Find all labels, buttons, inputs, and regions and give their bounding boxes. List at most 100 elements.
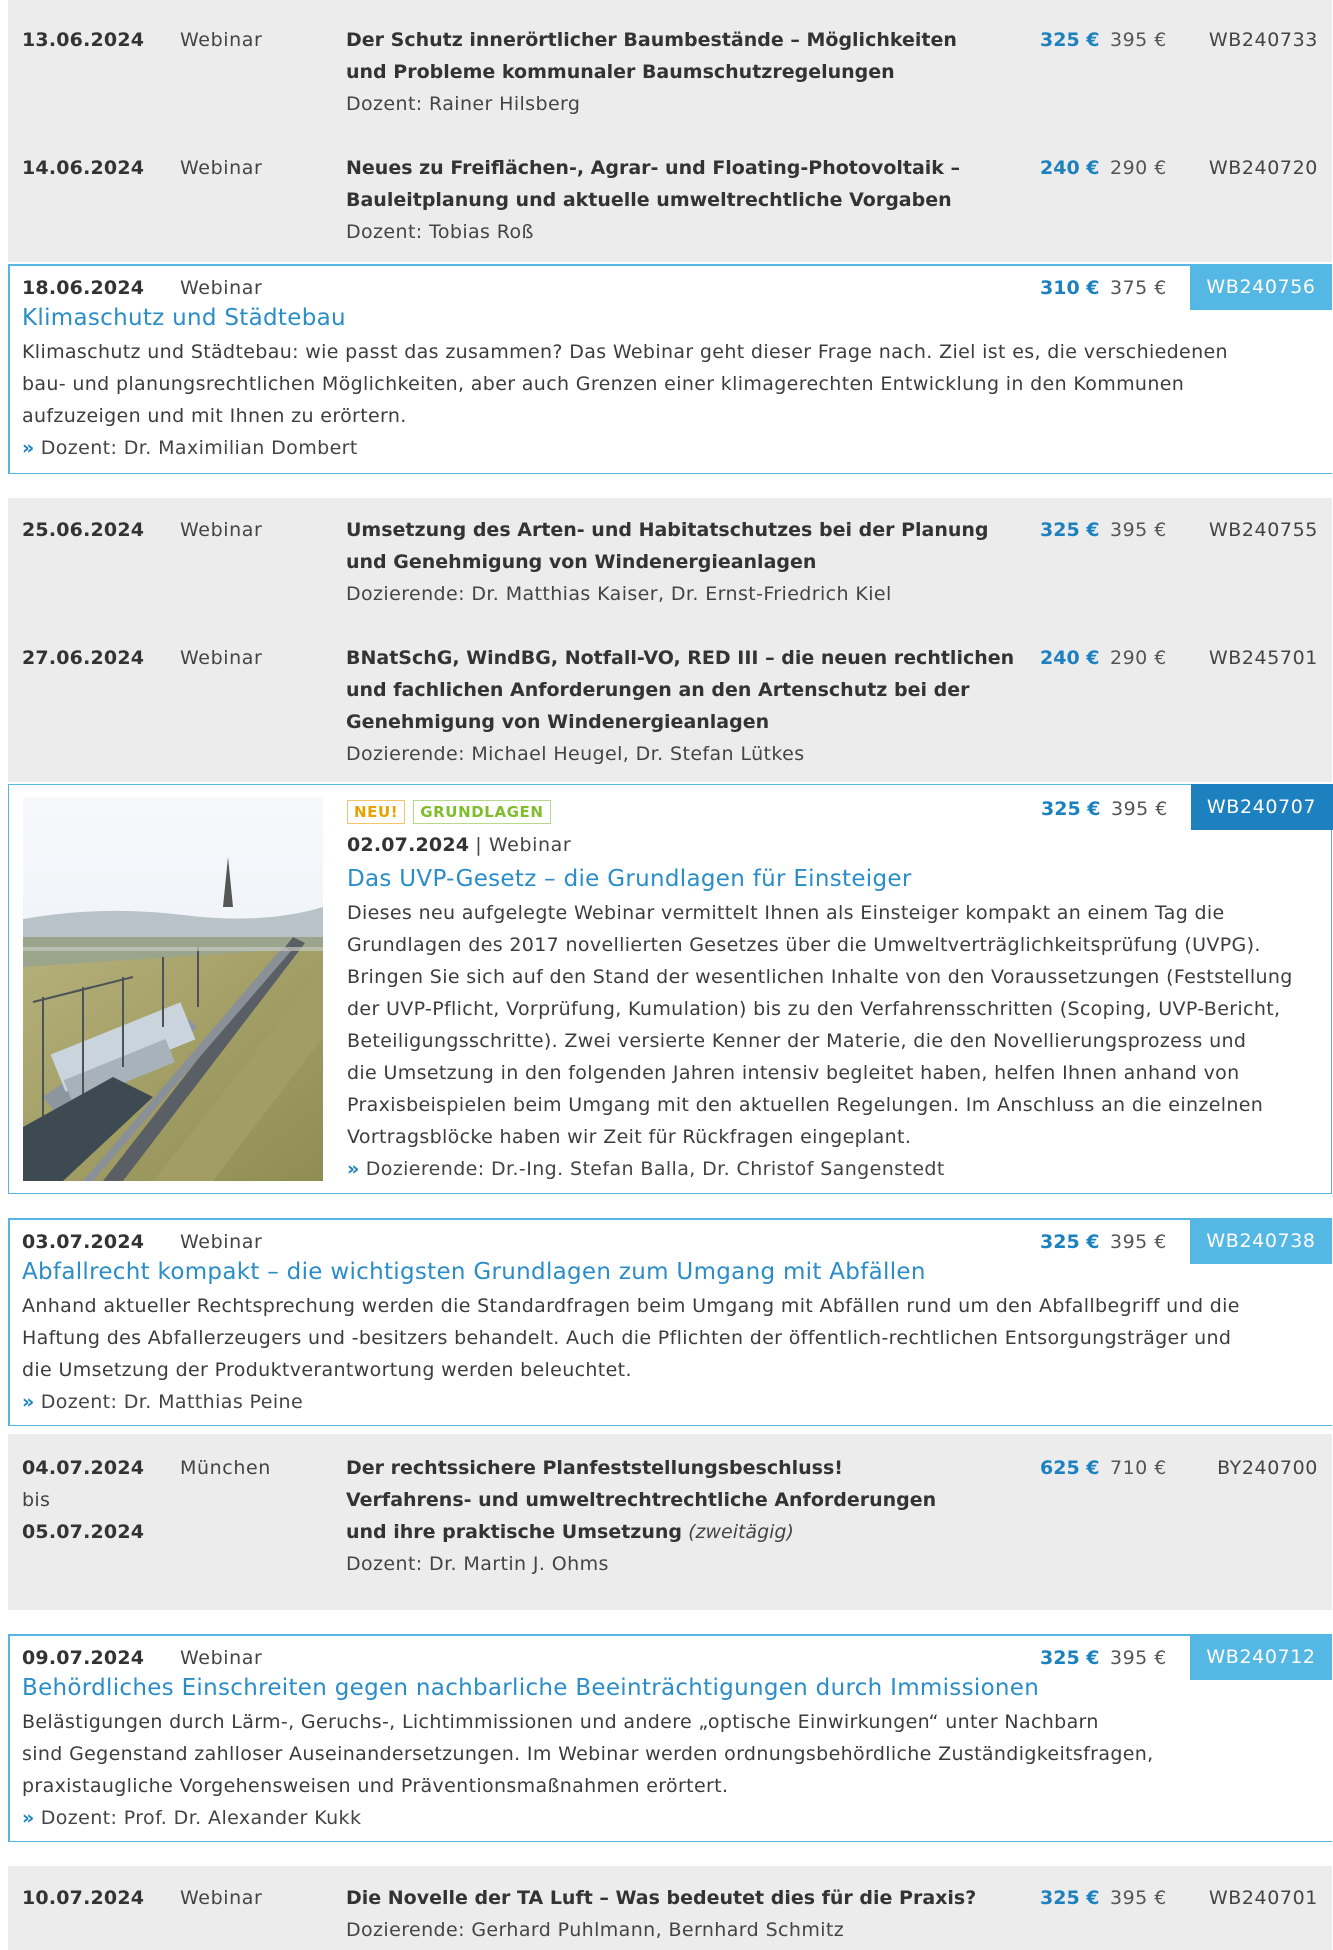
double-chevron-right-icon: » [347,1158,360,1180]
event-card: WB240712 09.07.2024 Webinar 325 € 395 € … [8,1634,1332,1842]
event-price-discount: 310 € [1040,277,1100,299]
event-teacher-row: » Dozent: Dr. Matthias Peine [22,1386,303,1418]
event-price-discount: 240 € [1040,647,1100,669]
event-title-line[interactable]: Umsetzung des Arten- und Habitatschutzes… [346,514,989,546]
event-type: Webinar [180,647,263,669]
event-code[interactable]: WB240756 [1190,264,1332,310]
event-code[interactable]: WB240712 [1190,1634,1332,1680]
event-price-discount: 325 € [1040,519,1100,541]
event-date: 25.06.2024 [22,519,145,541]
double-chevron-right-icon: » [22,437,35,459]
event-price-discount: 325 € [1040,1887,1100,1909]
event-title-line[interactable]: Neues zu Freiflächen-, Agrar- und Floati… [346,152,960,184]
event-price-regular: 710 € [1110,1457,1167,1479]
event-teacher: Dozierende: Dr.-Ing. Stefan Balla, Dr. C… [365,1158,945,1180]
event-price-regular: 290 € [1110,157,1167,179]
event-teacher-row: » Dozent: Prof. Dr. Alexander Kukk [22,1802,361,1834]
double-chevron-right-icon: » [22,1391,35,1413]
event-code[interactable]: WB240720 [1209,152,1318,184]
event-price-regular: 290 € [1110,647,1167,669]
event-row: 27.06.2024 Webinar BNatSchG, WindBG, Not… [8,624,1332,782]
event-date: 18.06.2024 [22,277,145,299]
badge-group: NEU! GRUNDLAGEN [347,795,559,827]
event-description-line: der UVP-Pflicht, Vorprüfung, Kumulation)… [347,998,1281,1020]
event-title-line[interactable]: und fachlichen Anforderungen an den Arte… [346,674,969,706]
event-description-line: die Umsetzung in den folgenden Jahren in… [347,1062,1240,1084]
event-code[interactable]: BY240700 [1217,1452,1318,1484]
event-description-line: Vortragsblöcke haben wir Zeit für Rückfr… [347,1126,912,1148]
event-type: | Webinar [475,834,572,856]
event-title-line[interactable]: Genehmigung von Windenergieanlagen [346,706,769,738]
event-description-line: Bringen Sie sich auf den Stand der wesen… [347,966,1293,988]
event-title[interactable]: Abfallrecht kompakt – die wichtigsten Gr… [22,1256,926,1288]
event-type: Webinar [180,1231,263,1253]
event-card: WB240738 03.07.2024 Webinar 325 € 395 € … [8,1218,1332,1426]
event-description-line: Dieses neu aufgelegte Webinar vermittelt… [347,902,1225,924]
event-teacher: Dozent: Rainer Hilsberg [346,93,581,115]
event-description-line: Klimaschutz und Städtebau: wie passt das… [22,341,1228,363]
badge-grundlagen: GRUNDLAGEN [413,800,551,824]
event-price-regular: 395 € [1110,1887,1167,1909]
event-card-featured: WB240707 NEU! GRUNDLAGEN 02.07.2024 | We… [8,783,1333,1194]
event-title-line[interactable]: Der Schutz innerörtlicher Baumbestände –… [346,24,957,56]
event-code[interactable]: WB240738 [1190,1218,1332,1264]
event-price-regular: 395 € [1111,798,1168,820]
event-title-line[interactable]: Verfahrens- und umweltrechtrechtliche An… [346,1484,936,1516]
event-title[interactable]: Das UVP-Gesetz – die Grundlagen für Eins… [347,863,912,895]
event-date-end: 05.07.2024 [22,1521,145,1543]
event-teacher: Dozierende: Dr. Matthias Kaiser, Dr. Ern… [346,583,892,605]
event-price-discount: 325 € [1040,1231,1100,1253]
event-description-line: praxistaugliche Vorgehensweisen und Präv… [22,1775,729,1797]
event-date: 02.07.2024 [347,834,470,856]
event-date-separator: bis [22,1489,51,1511]
event-title-line[interactable]: Die Novelle der TA Luft – Was bedeutet d… [346,1882,976,1914]
event-description-line: Anhand aktueller Rechtsprechung werden d… [22,1295,1240,1317]
event-price-discount: 240 € [1040,157,1100,179]
event-description-line: Beteiligungsschritte). Zwei versierte Ke… [347,1030,1247,1052]
event-code[interactable]: WB240755 [1209,514,1318,546]
event-code[interactable]: WB240733 [1209,24,1318,56]
event-row: 10.07.2024 Webinar Die Novelle der TA Lu… [8,1866,1332,1950]
event-row: 14.06.2024 Webinar Neues zu Freiflächen-… [8,136,1332,262]
event-price-discount: 325 € [1040,1647,1100,1669]
event-date: 13.06.2024 [22,29,145,51]
event-teacher: Dozent: Prof. Dr. Alexander Kukk [40,1807,362,1829]
event-title[interactable]: Behördliches Einschreiten gegen nachbarl… [22,1672,1039,1704]
event-teacher: Dozierende: Gerhard Puhlmann, Bernhard S… [346,1919,845,1941]
event-type: Webinar [180,1887,263,1909]
event-title-suffix: (zweitägig) [688,1521,794,1543]
badge-new: NEU! [347,800,406,824]
event-title-line[interactable]: und ihre praktische Umsetzung [346,1521,682,1543]
event-description-line: bau- und planungsrechtlichen Möglichkeit… [22,373,1185,395]
event-price-discount: 625 € [1040,1457,1100,1479]
event-type: Webinar [180,519,263,541]
event-price-regular: 395 € [1110,519,1167,541]
event-title-line[interactable]: und Genehmigung von Windenergieanlagen [346,546,816,578]
event-title-last-line[interactable]: und ihre praktische Umsetzung (zweitägig… [346,1516,794,1548]
event-teacher: Dozent: Dr. Maximilian Dombert [40,437,358,459]
event-row: 04.07.2024 bis 05.07.2024 München Der re… [8,1434,1332,1610]
event-type: Webinar [180,29,263,51]
event-row: 13.06.2024 Webinar Der Schutz innerörtli… [8,0,1332,136]
event-price-discount: 325 € [1041,798,1101,820]
event-date-row: 02.07.2024 | Webinar [347,829,571,861]
event-title-line[interactable]: Bauleitplanung und aktuelle umweltrechtl… [346,184,952,216]
event-title-line[interactable]: und Probleme kommunaler Baumschutzregelu… [346,56,895,88]
event-code[interactable]: WB245701 [1209,642,1318,674]
event-teacher: Dozierende: Michael Heugel, Dr. Stefan L… [346,743,805,765]
event-description-line: Grundlagen des 2017 novellierten Gesetze… [347,934,1261,956]
event-title[interactable]: Klimaschutz und Städtebau [22,302,346,334]
event-description-line: sind Gegenstand zahlloser Auseinanderset… [22,1743,1154,1765]
event-photo [23,797,323,1181]
event-teacher-row: » Dozent: Dr. Maximilian Dombert [22,432,358,464]
event-code[interactable]: WB240707 [1190,783,1333,830]
event-price-regular: 395 € [1110,1231,1167,1253]
event-date-start: 04.07.2024 [22,1457,145,1479]
event-title-line[interactable]: Der rechtssichere Planfeststellungsbesch… [346,1452,843,1484]
event-code[interactable]: WB240701 [1209,1882,1318,1914]
event-title-line[interactable]: BNatSchG, WindBG, Notfall-VO, RED III – … [346,642,1014,674]
event-date: 27.06.2024 [22,647,145,669]
event-location: München [180,1457,271,1479]
event-teacher-row: » Dozierende: Dr.-Ing. Stefan Balla, Dr. … [347,1153,945,1185]
event-date: 03.07.2024 [22,1231,145,1253]
